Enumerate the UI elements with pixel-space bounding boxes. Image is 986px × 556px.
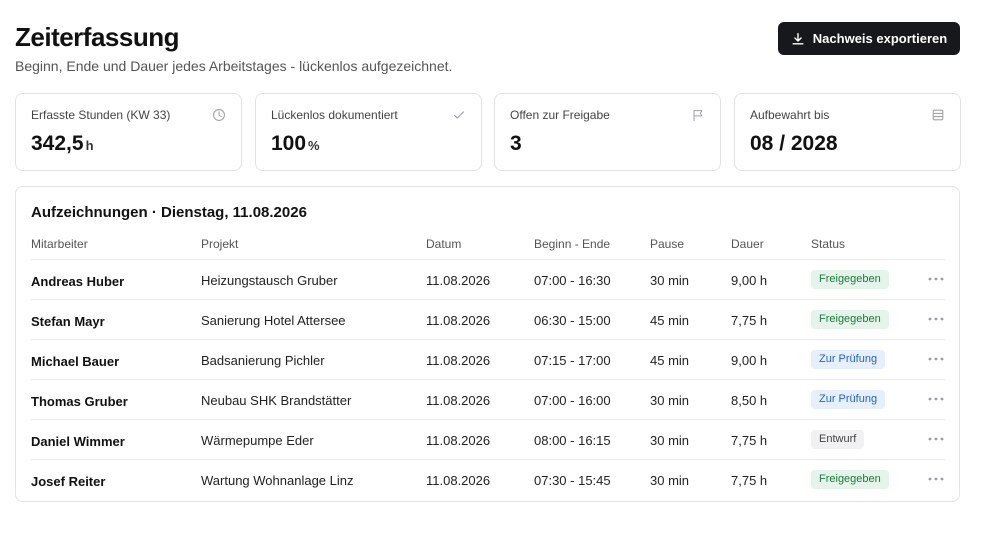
stat-label: Lückenlos dokumentiert bbox=[271, 108, 398, 122]
project-name: Badsanierung Pichler bbox=[201, 353, 325, 368]
status-badge: Freigegeben bbox=[811, 310, 889, 329]
status-badge: Zur Prüfung bbox=[811, 390, 886, 409]
table-row[interactable]: Daniel Wimmer Wärmepumpe Eder 11.08.2026… bbox=[31, 419, 945, 459]
stat-value-wrap: 100% bbox=[271, 132, 320, 156]
employee-name: Daniel Wimmer bbox=[31, 434, 125, 449]
archive-icon bbox=[932, 109, 944, 121]
pause-value: 45 min bbox=[650, 353, 690, 368]
column-header-project: Projekt bbox=[201, 237, 239, 251]
pause-value: 30 min bbox=[650, 433, 690, 448]
duration-value: 7,75 h bbox=[731, 473, 768, 488]
pause-value: 45 min bbox=[650, 313, 690, 328]
duration-value: 8,50 h bbox=[731, 393, 768, 408]
stat-card-hours: Erfasste Stunden (KW 33) 342,5 h bbox=[15, 93, 242, 171]
check-icon bbox=[454, 111, 464, 119]
stat-value-wrap: 3 bbox=[510, 132, 524, 156]
more-horizontal-icon bbox=[928, 397, 944, 401]
time-range: 07:00 - 16:30 bbox=[534, 273, 611, 288]
more-horizontal-icon bbox=[928, 357, 944, 361]
more-options-button[interactable] bbox=[927, 310, 945, 328]
duration-value: 9,00 h bbox=[731, 273, 768, 288]
employee-name: Thomas Gruber bbox=[31, 394, 128, 409]
stat-value-wrap: 342,5 h bbox=[31, 132, 94, 156]
export-button-label: Nachweis exportieren bbox=[812, 31, 948, 46]
table-row[interactable]: Thomas Gruber Neubau SHK Brandstätter 11… bbox=[31, 379, 945, 419]
employee-name: Stefan Mayr bbox=[31, 314, 105, 329]
table-row[interactable]: Andreas Huber Heizungstausch Gruber 11.0… bbox=[31, 259, 945, 299]
table-title: Aufzeichnungen · Dienstag, 11.08.2026 bbox=[31, 204, 307, 221]
more-options-button[interactable] bbox=[927, 350, 945, 368]
stat-label: Erfasste Stunden (KW 33) bbox=[31, 108, 171, 122]
pause-value: 30 min bbox=[650, 273, 690, 288]
more-horizontal-icon bbox=[928, 437, 944, 441]
employee-name: Andreas Huber bbox=[31, 274, 125, 289]
date-value: 11.08.2026 bbox=[426, 273, 491, 288]
table-row[interactable]: Michael Bauer Badsanierung Pichler 11.08… bbox=[31, 339, 945, 379]
more-horizontal-icon bbox=[928, 317, 944, 321]
records-table-card: Aufzeichnungen · Dienstag, 11.08.2026 Mi… bbox=[15, 186, 960, 502]
stat-card-open: Offen zur Freigabe 3 bbox=[494, 93, 721, 171]
more-options-button[interactable] bbox=[927, 430, 945, 448]
employee-name: Josef Reiter bbox=[31, 474, 106, 489]
date-value: 11.08.2026 bbox=[426, 473, 491, 488]
stat-value: 08 / 2028 bbox=[750, 132, 838, 155]
time-range: 07:00 - 16:00 bbox=[534, 393, 611, 408]
column-header-duration: Dauer bbox=[731, 237, 764, 251]
pause-value: 30 min bbox=[650, 393, 690, 408]
date-value: 11.08.2026 bbox=[426, 393, 491, 408]
time-range: 07:30 - 15:45 bbox=[534, 473, 611, 488]
status-badge: Entwurf bbox=[811, 430, 865, 449]
table-row[interactable]: Josef Reiter Wartung Wohnanlage Linz 11.… bbox=[31, 459, 945, 499]
project-name: Neubau SHK Brandstätter bbox=[201, 393, 352, 408]
project-name: Wärmepumpe Eder bbox=[201, 433, 314, 448]
stat-card-retention: Aufbewahrt bis 08 / 2028 bbox=[734, 93, 961, 171]
clock-icon bbox=[213, 109, 225, 121]
download-icon bbox=[792, 32, 804, 45]
stat-unit: h bbox=[85, 138, 94, 153]
column-header-pause: Pause bbox=[650, 237, 685, 251]
status-badge: Freigegeben bbox=[811, 270, 889, 289]
time-range: 08:00 - 16:15 bbox=[534, 433, 611, 448]
pause-value: 30 min bbox=[650, 473, 690, 488]
status-badge: Freigegeben bbox=[811, 470, 889, 489]
duration-value: 7,75 h bbox=[731, 433, 768, 448]
date-value: 11.08.2026 bbox=[426, 433, 491, 448]
more-horizontal-icon bbox=[928, 477, 944, 481]
project-name: Wartung Wohnanlage Linz bbox=[201, 473, 354, 488]
column-header-status: Status bbox=[811, 237, 846, 251]
page-title: Zeiterfassung bbox=[15, 22, 180, 52]
stat-value: 3 bbox=[510, 132, 522, 155]
more-options-button[interactable] bbox=[927, 470, 945, 488]
stat-label: Aufbewahrt bis bbox=[750, 108, 830, 122]
stat-value: 342,5 bbox=[31, 132, 84, 155]
more-options-button[interactable] bbox=[927, 270, 945, 288]
column-header-employee: Mitarbeiter bbox=[31, 237, 88, 251]
project-name: Heizungstausch Gruber bbox=[201, 273, 338, 288]
more-options-button[interactable] bbox=[927, 390, 945, 408]
column-header-time: Beginn - Ende bbox=[534, 237, 611, 251]
stat-card-documented: Lückenlos dokumentiert 100% bbox=[255, 93, 482, 171]
employee-name: Michael Bauer bbox=[31, 354, 120, 369]
date-value: 11.08.2026 bbox=[426, 353, 491, 368]
page-subtitle: Beginn, Ende und Dauer jedes Arbeitstage… bbox=[15, 58, 453, 74]
time-range: 06:30 - 15:00 bbox=[534, 313, 611, 328]
table-row[interactable]: Stefan Mayr Sanierung Hotel Attersee 11.… bbox=[31, 299, 945, 339]
column-header-date: Datum bbox=[426, 237, 462, 251]
flag-icon bbox=[693, 109, 703, 122]
duration-value: 9,00 h bbox=[731, 353, 768, 368]
status-badge: Zur Prüfung bbox=[811, 350, 886, 369]
stat-unit: % bbox=[308, 138, 320, 153]
more-horizontal-icon bbox=[928, 277, 944, 281]
date-value: 11.08.2026 bbox=[426, 313, 491, 328]
project-name: Sanierung Hotel Attersee bbox=[201, 313, 346, 328]
export-button[interactable]: Nachweis exportieren bbox=[778, 22, 960, 55]
stat-value: 100 bbox=[271, 132, 307, 155]
stat-label: Offen zur Freigabe bbox=[510, 108, 610, 122]
time-range: 07:15 - 17:00 bbox=[534, 353, 611, 368]
duration-value: 7,75 h bbox=[731, 313, 768, 328]
stat-value-wrap: 08 / 2028 bbox=[750, 132, 840, 156]
